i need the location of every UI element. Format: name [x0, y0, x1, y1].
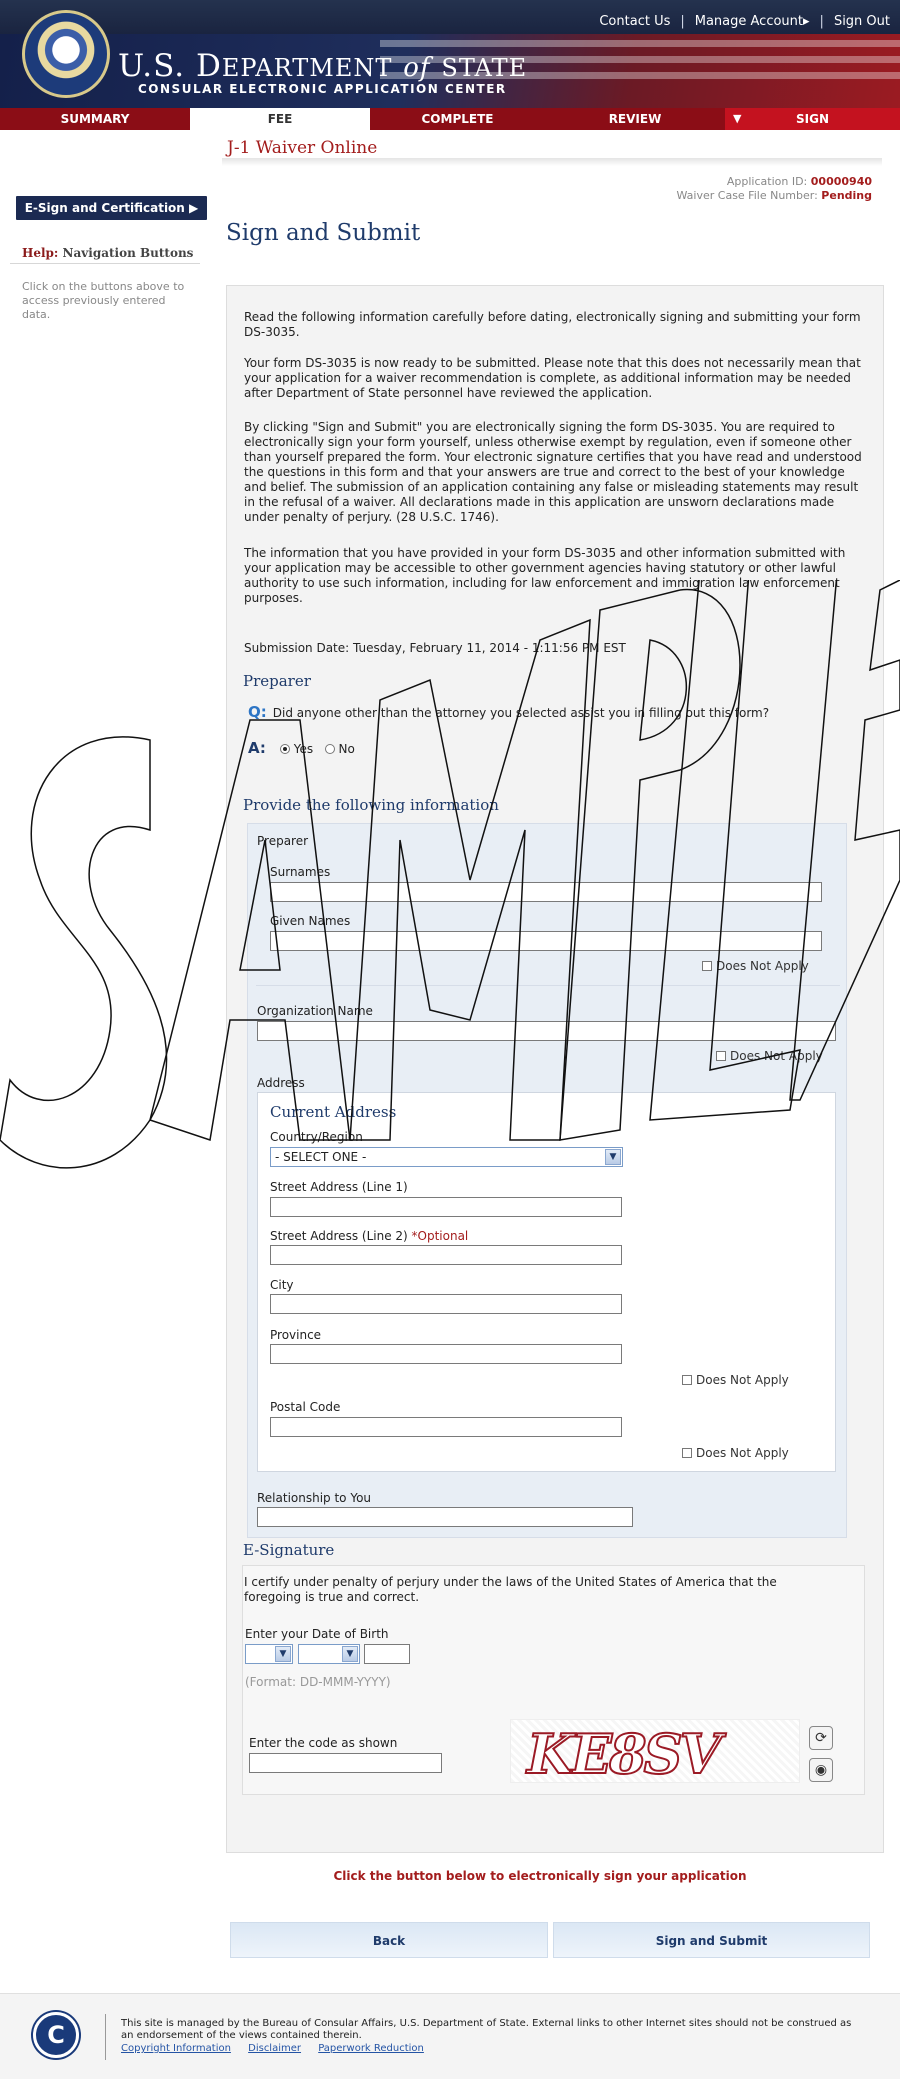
separator: |: [819, 14, 824, 29]
intro-paragraph: Your form DS-3035 is now ready to be sub…: [244, 356, 861, 400]
page-title: Sign and Submit: [226, 220, 421, 246]
dob-day-select[interactable]: ▼: [245, 1644, 293, 1664]
relationship-input[interactable]: [257, 1507, 633, 1527]
consular-affairs-logo-icon: C: [33, 2012, 79, 2058]
title-bar: [222, 158, 882, 166]
organization-input[interactable]: [257, 1021, 836, 1041]
does-not-apply-checkbox[interactable]: Does Not Apply: [682, 1446, 789, 1460]
given-names-input[interactable]: [270, 931, 822, 951]
radio-no[interactable]: No: [324, 742, 355, 756]
radio-yes[interactable]: Yes: [279, 742, 313, 756]
intro-paragraph: The information that you have provided i…: [244, 546, 846, 605]
paperwork-reduction-link[interactable]: Paperwork Reduction: [318, 2043, 424, 2054]
street1-input[interactable]: [270, 1197, 622, 1217]
tab-sign-label: SIGN: [796, 112, 829, 126]
city-label: City: [270, 1278, 294, 1292]
manage-account-link[interactable]: Manage Account: [695, 14, 803, 29]
certify-text: I certify under penalty of perjury under…: [244, 1575, 777, 1604]
tab-sign[interactable]: ▼ SIGN: [725, 108, 900, 130]
help-text: Click on the buttons above to access pre…: [22, 280, 185, 321]
surnames-label: Surnames: [270, 865, 331, 879]
play-icon: ▸: [803, 14, 810, 29]
relationship-label: Relationship to You: [257, 1491, 372, 1505]
does-not-apply-checkbox[interactable]: Does Not Apply: [682, 1373, 789, 1387]
current-address-heading: Current Address: [270, 1103, 397, 1121]
captcha-input[interactable]: [249, 1753, 442, 1773]
dob-year-input[interactable]: [364, 1644, 410, 1664]
play-icon: ▶: [189, 201, 199, 215]
chevron-down-icon: ▼: [275, 1646, 291, 1662]
sign-notice: Click the button below to electronically…: [333, 1869, 747, 1883]
audio-icon[interactable]: ◉: [809, 1758, 833, 1782]
province-input[interactable]: [270, 1344, 622, 1364]
help-title: Help: Navigation Buttons: [22, 246, 194, 260]
does-not-apply-checkbox[interactable]: Does Not Apply: [702, 959, 809, 973]
preparer-heading: Preparer: [243, 672, 311, 690]
tab-complete[interactable]: COMPLETE: [370, 108, 545, 130]
intro-paragraph: By clicking "Sign and Submit" you are el…: [244, 420, 862, 524]
street2-input[interactable]: [270, 1245, 622, 1265]
postal-code-label: Postal Code: [270, 1400, 341, 1414]
postal-code-input[interactable]: [270, 1417, 622, 1437]
application-id: Application ID: 00000940 Waiver Case Fil…: [676, 175, 873, 202]
dob-month-select[interactable]: ▼: [298, 1644, 360, 1664]
dob-label: Enter your Date of Birth: [245, 1627, 389, 1641]
country-select[interactable]: - SELECT ONE - ▼: [270, 1147, 623, 1167]
dob-format-hint: (Format: DD-MMM-YYYY): [245, 1675, 391, 1689]
department-subtitle: CONSULAR ELECTRONIC APPLICATION CENTER: [138, 82, 507, 96]
department-title: U.S. DEPARTMENT of STATE: [118, 48, 528, 84]
sidebar: E-Sign and Certification ▶ Help: Navigat…: [0, 130, 210, 2010]
province-label: Province: [270, 1328, 322, 1342]
footer-text: This site is managed by the Bureau of Co…: [121, 2018, 852, 2041]
submission-date: Submission Date: Tuesday, February 11, 2…: [244, 641, 626, 655]
organization-label: Organization Name: [257, 1004, 373, 1018]
progress-tabs: SUMMARY FEE COMPLETE REVIEW ▼ SIGN: [0, 108, 900, 130]
top-links: Contact Us | Manage Account ▸ | Sign Out: [599, 14, 890, 29]
chevron-down-icon: ▼: [733, 112, 742, 125]
preparer-question: Q: Did anyone other than the attorney you…: [248, 703, 770, 721]
chevron-down-icon: ▼: [605, 1149, 621, 1165]
divider: [10, 263, 200, 264]
disclaimer-link[interactable]: Disclaimer: [248, 2043, 301, 2054]
refresh-icon[interactable]: ⟳: [809, 1726, 833, 1750]
state-department-seal-icon: [22, 10, 110, 98]
tab-summary[interactable]: SUMMARY: [0, 108, 190, 130]
preparer-answer: A: Yes No: [248, 739, 355, 757]
sidebar-esign-button[interactable]: E-Sign and Certification ▶: [16, 196, 207, 220]
separator: |: [680, 14, 685, 29]
back-button[interactable]: Back: [230, 1922, 548, 1958]
app-title: J-1 Waiver Online: [227, 138, 378, 158]
street1-label: Street Address (Line 1): [270, 1180, 408, 1194]
intro-paragraph: Read the following information carefully…: [244, 310, 861, 339]
preparer-box-label: Preparer: [257, 834, 309, 848]
banner-stripe: [380, 40, 900, 47]
chevron-down-icon: ▼: [342, 1646, 358, 1662]
footer-links: Copyright Information Disclaimer Paperwo…: [121, 2043, 438, 2054]
captcha-label: Enter the code as shown: [249, 1736, 398, 1750]
sign-out-link[interactable]: Sign Out: [834, 14, 890, 29]
captcha-image: KE8SV: [510, 1719, 800, 1787]
info-heading: Provide the following information: [243, 796, 499, 814]
city-input[interactable]: [270, 1294, 622, 1314]
address-label: Address: [257, 1076, 305, 1090]
given-names-label: Given Names: [270, 914, 351, 928]
copyright-link[interactable]: Copyright Information: [121, 2043, 231, 2054]
surnames-input[interactable]: [270, 882, 822, 902]
divider: [256, 985, 840, 986]
tab-fee[interactable]: FEE: [190, 108, 370, 130]
top-bar: Contact Us | Manage Account ▸ | Sign Out: [0, 0, 900, 34]
does-not-apply-checkbox[interactable]: Does Not Apply: [716, 1049, 823, 1063]
country-label: Country/Region: [270, 1130, 363, 1144]
divider: [105, 2014, 106, 2060]
tab-review[interactable]: REVIEW: [545, 108, 725, 130]
contact-us-link[interactable]: Contact Us: [599, 14, 670, 29]
esignature-heading: E-Signature: [243, 1541, 335, 1559]
sign-and-submit-button[interactable]: Sign and Submit: [553, 1922, 870, 1958]
street2-label: Street Address (Line 2) *Optional: [270, 1229, 469, 1243]
